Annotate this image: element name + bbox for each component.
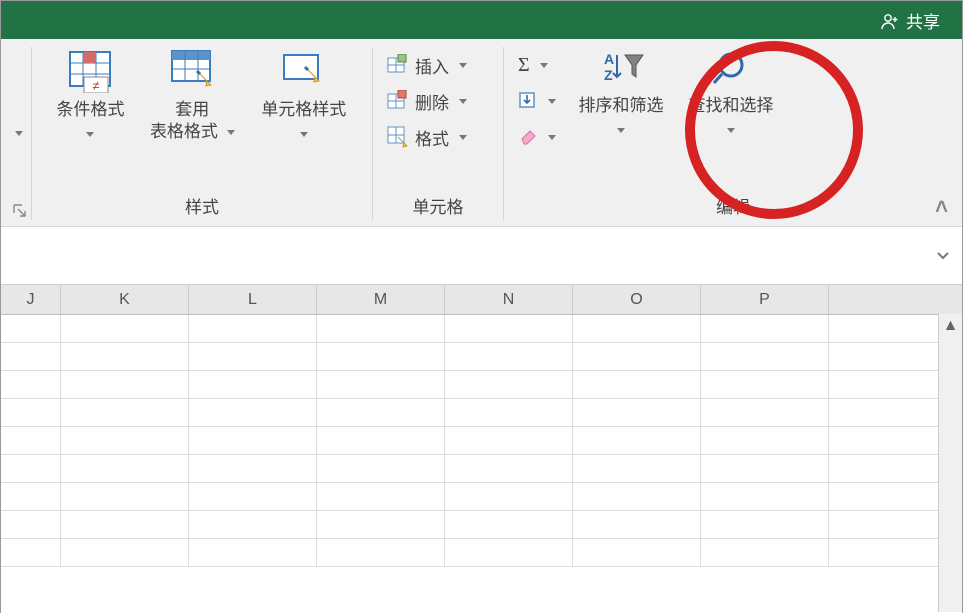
share-label: 共享	[906, 8, 940, 33]
chevron-down-icon	[459, 63, 467, 68]
table-row[interactable]	[1, 427, 962, 455]
dialog-launcher-icon[interactable]	[13, 204, 27, 218]
chevron-down-icon	[459, 135, 467, 140]
insert-cells-icon	[387, 54, 409, 76]
column-header[interactable]: P	[701, 285, 829, 314]
column-headers: J K L M N O P	[1, 285, 962, 315]
title-bar: 共享	[1, 1, 962, 39]
find-select-button[interactable]: 查找和选择	[676, 47, 786, 139]
sigma-icon: Σ	[518, 54, 530, 77]
prev-group-stub	[1, 39, 31, 226]
chevron-down-icon	[548, 135, 556, 140]
cell-styles-label: 单元格样式	[261, 100, 346, 119]
column-header[interactable]: J	[1, 285, 61, 314]
chevron-down-icon	[617, 128, 625, 133]
share-person-icon	[880, 11, 900, 31]
sort-filter-label: 排序和筛选	[579, 96, 664, 115]
format-label: 格式	[415, 125, 449, 150]
share-button[interactable]: 共享	[880, 8, 940, 33]
styles-group-label: 样式	[32, 187, 372, 226]
editing-group-label: 编辑	[504, 187, 962, 226]
chevron-down-icon	[540, 63, 548, 68]
autosum-button[interactable]: Σ	[518, 47, 556, 83]
conditional-formatting-button[interactable]: ≠ 条件格式	[42, 47, 139, 143]
chevron-down-icon	[227, 130, 235, 135]
scroll-up-button[interactable]: ▲	[939, 314, 962, 338]
table-row[interactable]	[1, 539, 962, 567]
cells-group-label: 单元格	[373, 187, 503, 226]
table-row[interactable]	[1, 399, 962, 427]
column-header[interactable]: M	[317, 285, 445, 314]
fill-down-icon	[518, 91, 538, 111]
format-button[interactable]: 格式	[387, 119, 467, 155]
column-header[interactable]: K	[61, 285, 189, 314]
chevron-down-icon	[548, 99, 556, 104]
table-row[interactable]	[1, 371, 962, 399]
table-row[interactable]	[1, 315, 962, 343]
table-row[interactable]	[1, 511, 962, 539]
fill-button[interactable]	[518, 83, 556, 119]
format-as-table-icon	[170, 49, 214, 93]
cells-group: 插入 删除 格式 单元格	[373, 39, 503, 226]
collapse-ribbon-button[interactable]: ˄	[935, 194, 948, 220]
chevron-down-icon	[300, 132, 308, 137]
column-header[interactable]: N	[445, 285, 573, 314]
vertical-scrollbar[interactable]: ▲	[938, 314, 962, 612]
ribbon: ≠ 条件格式 套用 表格格式	[1, 39, 962, 227]
insert-label: 插入	[415, 53, 449, 78]
chevron-down-icon[interactable]	[15, 131, 23, 136]
spreadsheet-grid[interactable]	[1, 315, 962, 615]
search-icon	[709, 49, 753, 89]
eraser-icon	[518, 127, 538, 147]
chevron-down-icon	[459, 99, 467, 104]
conditional-formatting-label: 条件格式	[56, 100, 124, 119]
column-header[interactable]: O	[573, 285, 701, 314]
svg-text:≠: ≠	[93, 78, 100, 93]
editing-group: Σ A Z 排序和筛选	[504, 39, 962, 226]
find-select-label: 查找和选择	[689, 96, 774, 115]
table-row[interactable]	[1, 483, 962, 511]
chevron-down-icon	[86, 132, 94, 137]
conditional-formatting-icon: ≠	[68, 49, 112, 93]
sort-filter-icon: A Z	[598, 49, 644, 89]
table-row[interactable]	[1, 455, 962, 483]
expand-formula-bar-icon[interactable]	[936, 249, 950, 263]
svg-text:Z: Z	[604, 67, 613, 83]
cell-styles-button[interactable]: 单元格样式	[246, 47, 362, 143]
format-as-table-label: 套用 表格格式	[150, 100, 218, 141]
delete-button[interactable]: 删除	[387, 83, 467, 119]
format-as-table-button[interactable]: 套用 表格格式	[139, 47, 246, 143]
delete-cells-icon	[387, 90, 409, 112]
cell-styles-icon	[282, 49, 326, 93]
clear-button[interactable]	[518, 119, 556, 155]
insert-button[interactable]: 插入	[387, 47, 467, 83]
sort-filter-button[interactable]: A Z 排序和筛选	[566, 47, 676, 139]
formula-bar[interactable]	[1, 227, 962, 285]
svg-text:A: A	[604, 51, 614, 67]
column-header[interactable]: L	[189, 285, 317, 314]
delete-label: 删除	[415, 89, 449, 114]
styles-group: ≠ 条件格式 套用 表格格式	[32, 39, 372, 226]
format-cells-icon	[387, 126, 409, 148]
table-row[interactable]	[1, 343, 962, 371]
chevron-down-icon	[727, 128, 735, 133]
